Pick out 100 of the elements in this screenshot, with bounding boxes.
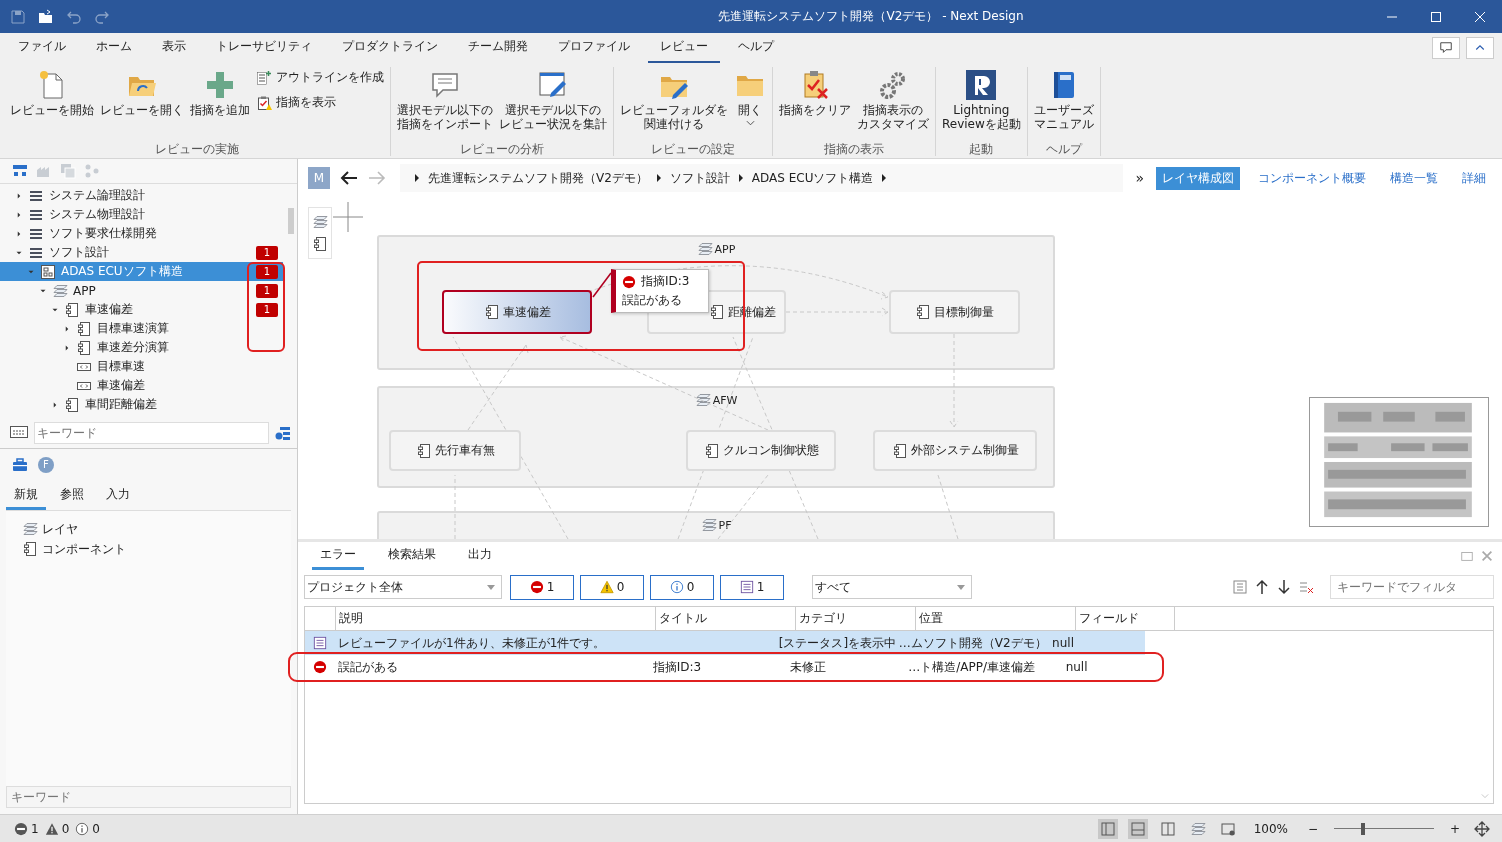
ribbon-button[interactable]: 指摘を追加 (188, 67, 252, 119)
filter-toggle[interactable]: 1 (510, 574, 574, 600)
ribbon-button[interactable]: 指摘をクリア (777, 67, 853, 119)
up-arrow-icon[interactable] (1254, 579, 1270, 595)
toolbox-tab[interactable]: 入力 (98, 483, 138, 510)
menu-tab[interactable]: ヘルプ (726, 33, 786, 63)
tree-item[interactable]: システム物理設計 (0, 205, 283, 224)
status-count[interactable]: 1 (14, 821, 39, 836)
menu-tab[interactable]: トレーサビリティ (204, 33, 324, 63)
status-count[interactable]: 0 (75, 821, 100, 836)
panel-tab[interactable]: 出力 (460, 542, 500, 570)
column-header[interactable]: 位置 (915, 607, 1075, 630)
tree-item[interactable]: ソフト設計 1 (0, 243, 283, 262)
layer-frame[interactable]: PF (377, 511, 1055, 539)
scrollbar-thumb[interactable] (288, 208, 294, 234)
down-arrow-icon[interactable] (1276, 579, 1292, 595)
component-icon[interactable] (312, 236, 328, 252)
component-node[interactable]: クルコン制御状態 (686, 430, 836, 471)
filter-toggle[interactable]: 0 (580, 574, 644, 600)
menu-tab[interactable]: レビュー (648, 33, 720, 63)
category-dropdown[interactable]: すべて (812, 575, 972, 599)
ribbon-button[interactable]: 開く (732, 67, 768, 128)
ribbon-button[interactable]: レビューを開く (98, 67, 186, 119)
component-icon (64, 396, 80, 413)
tree-item[interactable]: ソフト要求仕様開発 (0, 224, 283, 243)
ribbon-button[interactable]: アウトラインを作成 (254, 67, 386, 88)
ribbon-button[interactable]: 指摘表示の カスタマイズ (855, 67, 931, 133)
table-cell: 指摘ID:3 (652, 659, 702, 674)
column-header[interactable]: フィールド (1075, 607, 1175, 630)
ribbon-button[interactable]: 選択モデル以下の レビュー状況を集計 (497, 67, 609, 133)
tree-item[interactable]: 車速偏差 (0, 376, 283, 395)
status-count[interactable]: 0 (44, 821, 70, 836)
slider-thumb[interactable] (1361, 822, 1365, 835)
ribbon-button[interactable]: ユーザーズ マニュアル (1031, 67, 1096, 133)
menu-tab[interactable]: プロダクトライン (330, 33, 450, 63)
view-tab[interactable]: コンポーネント概要 (1252, 166, 1372, 190)
panel-tab[interactable]: エラー (312, 542, 364, 570)
caret-icon[interactable] (881, 174, 888, 182)
toolbox-item[interactable]: コンポーネント (22, 539, 275, 559)
toolbox-icon[interactable] (12, 457, 28, 473)
column-header[interactable]: タイトル (655, 607, 795, 630)
ribbon-button[interactable]: 選択モデル以下の 指摘をインポート (395, 67, 495, 133)
ribbon-button[interactable]: 指摘を表示 (254, 92, 386, 113)
ribbon-button[interactable]: レビューフォルダを 関連付ける (618, 67, 730, 133)
component-node[interactable]: 目標制御量 (889, 290, 1020, 334)
save-icon[interactable] (10, 8, 26, 25)
collapse-ribbon-button[interactable] (1466, 37, 1494, 59)
filter-field[interactable]: キーワードでフィルタ (1330, 575, 1494, 599)
filter-toggle[interactable]: 0 (650, 574, 714, 600)
ribbon-button[interactable]: レビューを開始 (8, 67, 96, 119)
menu-tab[interactable]: チーム開発 (456, 33, 540, 63)
layout-icon[interactable] (1097, 818, 1118, 839)
breadcrumb-link[interactable]: ソフト設計 (669, 169, 730, 187)
tree-item[interactable]: APP 1 (0, 281, 283, 300)
text-icon[interactable] (10, 426, 30, 440)
panel-tab[interactable]: 検索結果 (380, 542, 444, 570)
toolbox-tab[interactable]: 参照 (52, 483, 92, 510)
table-row[interactable]: 誤記がある 指摘ID:3 未修正 …ト構造/APP/車速偏差 null (291, 655, 1161, 679)
tree-item[interactable]: ADAS ECUソフト構造 1 (0, 262, 283, 281)
column-header[interactable]: カテゴリ (795, 607, 915, 630)
count-badge: 1 (256, 265, 278, 279)
component-node[interactable]: 外部システム制御量 (873, 430, 1037, 471)
tree-item[interactable]: 車速偏差 1 (0, 300, 283, 319)
search-field[interactable]: キーワード (6, 786, 291, 808)
layers-icon[interactable] (312, 214, 328, 230)
tree-item[interactable]: 目標車速 (0, 357, 283, 376)
scope-dropdown[interactable]: プロジェクト全体 (304, 575, 502, 599)
table-cell: …ムソフト開発（V2デモ） (898, 635, 1047, 650)
table-row[interactable]: レビューファイルが1件あり、未修正が1件です。 [ステータス]を表示中 …ムソフト開発（V2デモ） null (305, 631, 1145, 655)
search-field[interactable]: キーワード (34, 422, 269, 444)
toolbox-item[interactable]: レイヤ (22, 519, 275, 539)
menu-tab[interactable]: プロファイル (546, 33, 642, 63)
column-header[interactable]: 説明 (335, 607, 655, 630)
menu-tab[interactable]: 表示 (150, 33, 198, 63)
view-tab[interactable]: 構造一覧 (1384, 166, 1444, 190)
ribbon-button[interactable]: Lightning Reviewを起動 (940, 67, 1023, 133)
view-tab[interactable]: 詳細 (1456, 166, 1492, 190)
menu-tab[interactable]: ホーム (84, 33, 144, 63)
zoom-out-button[interactable]: − (1306, 821, 1320, 836)
layout-icon[interactable] (1127, 818, 1148, 839)
menu-tab[interactable]: ファイル (6, 33, 78, 63)
tree-item[interactable]: 車速差分演算 (0, 338, 283, 357)
breadcrumb-link[interactable]: ADAS ECUソフト構造 (751, 169, 874, 187)
clear-filter-icon[interactable] (1298, 579, 1314, 595)
hierarchy-icon[interactable] (12, 163, 28, 179)
folder-icon[interactable] (38, 8, 54, 25)
tree-item[interactable]: 車間距離偏差 (0, 395, 283, 414)
back-arrow-icon[interactable] (340, 170, 358, 186)
properties-icon[interactable] (275, 425, 291, 441)
caret-icon (487, 584, 495, 590)
breadcrumb-link[interactable]: 先進運転システムソフト開発（V2デモ） (428, 169, 648, 187)
tree-item[interactable]: システム論理設計 (0, 186, 283, 205)
component-node[interactable]: 車速偏差 (442, 290, 592, 334)
zoom-in-button[interactable]: + (1448, 821, 1462, 836)
tree-item[interactable]: 目標車速演算 (0, 319, 283, 338)
comment-button[interactable] (1432, 37, 1460, 59)
group-label: 指摘の表示 (823, 142, 885, 156)
component-node[interactable]: 先行車有無 (389, 430, 521, 471)
more-tabs-button[interactable]: » (1135, 170, 1144, 186)
filter-toggle[interactable]: 1 (720, 574, 784, 600)
